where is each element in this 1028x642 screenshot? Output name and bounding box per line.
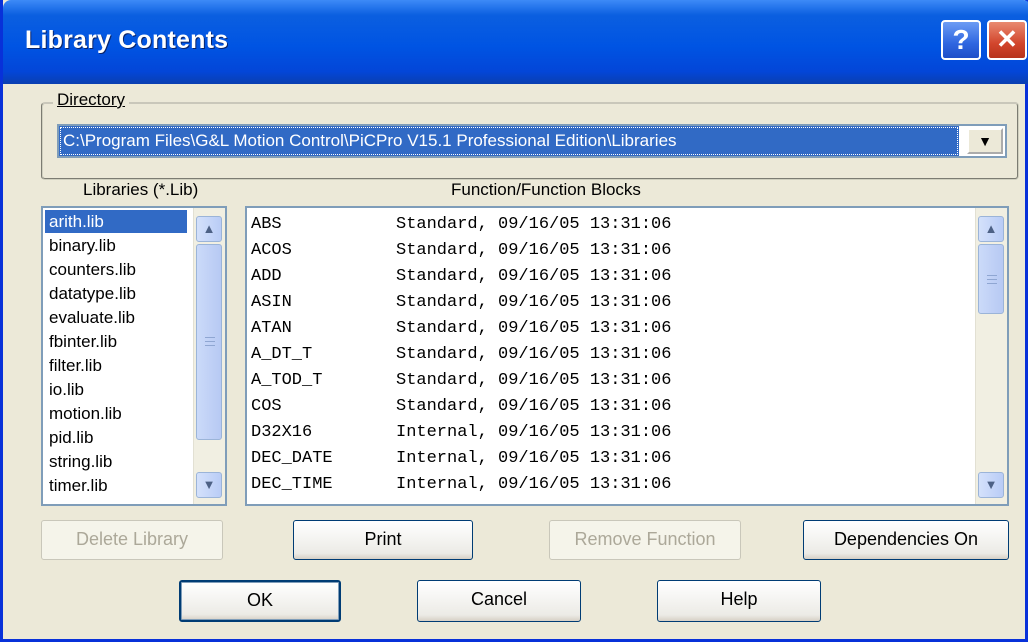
dropdown-arrow-icon[interactable]: ▼ xyxy=(967,128,1003,154)
list-item[interactable]: string.lib xyxy=(45,450,187,473)
list-item[interactable]: motion.lib xyxy=(45,402,187,425)
list-item[interactable]: arith.lib xyxy=(45,210,187,233)
libraries-listbox[interactable]: arith.lib binary.lib counters.lib dataty… xyxy=(41,206,227,506)
window-title: Library Contents xyxy=(25,26,229,54)
list-item[interactable]: timer.lib xyxy=(45,474,187,497)
title-bar[interactable]: Library Contents ? ✕ xyxy=(3,0,1028,84)
libraries-scrollbar[interactable]: ▲ ▼ xyxy=(193,208,225,504)
functions-listbox[interactable]: ABS Standard, 09/16/05 13:31:06 ACOS Stand… xyxy=(245,206,1009,506)
scroll-up-icon[interactable]: ▲ xyxy=(196,216,222,242)
list-item[interactable]: fbinter.lib xyxy=(45,330,187,353)
list-item[interactable]: pid.lib xyxy=(45,426,187,449)
ok-button[interactable]: OK xyxy=(179,580,341,622)
scroll-down-icon[interactable]: ▼ xyxy=(196,472,222,498)
list-item[interactable]: io.lib xyxy=(45,378,187,401)
cancel-button[interactable]: Cancel xyxy=(417,580,581,622)
help-icon[interactable]: ? xyxy=(941,20,981,60)
close-icon[interactable]: ✕ xyxy=(987,20,1027,60)
library-contents-dialog: Library Contents ? ✕ Directory C:\Progra… xyxy=(0,0,1028,642)
directory-value[interactable]: C:\Program Files\G&L Motion Control\PiCP… xyxy=(59,126,959,156)
functions-header: Function/Function Blocks xyxy=(451,180,641,199)
print-button[interactable]: Print xyxy=(293,520,473,560)
directory-dropdown[interactable]: C:\Program Files\G&L Motion Control\PiCP… xyxy=(57,124,1007,158)
directory-label: Directory xyxy=(53,90,130,110)
dependencies-on-button[interactable]: Dependencies On xyxy=(803,520,1009,560)
list-item[interactable]: filter.lib xyxy=(45,354,187,377)
list-item[interactable]: datatype.lib xyxy=(45,282,187,305)
functions-scrollbar[interactable]: ▲ ▼ xyxy=(975,208,1007,504)
scroll-down-icon[interactable]: ▼ xyxy=(978,472,1004,498)
list-item[interactable]: evaluate.lib xyxy=(45,306,187,329)
remove-function-button[interactable]: Remove Function xyxy=(549,520,741,560)
libraries-header: Libraries (*.Lib) xyxy=(83,180,199,199)
scroll-up-icon[interactable]: ▲ xyxy=(978,216,1004,242)
scroll-thumb[interactable] xyxy=(196,244,222,440)
scroll-thumb[interactable] xyxy=(978,244,1004,314)
help-button[interactable]: Help xyxy=(657,580,821,622)
delete-library-button[interactable]: Delete Library xyxy=(41,520,223,560)
list-item[interactable]: binary.lib xyxy=(45,234,187,257)
list-item[interactable]: counters.lib xyxy=(45,258,187,281)
